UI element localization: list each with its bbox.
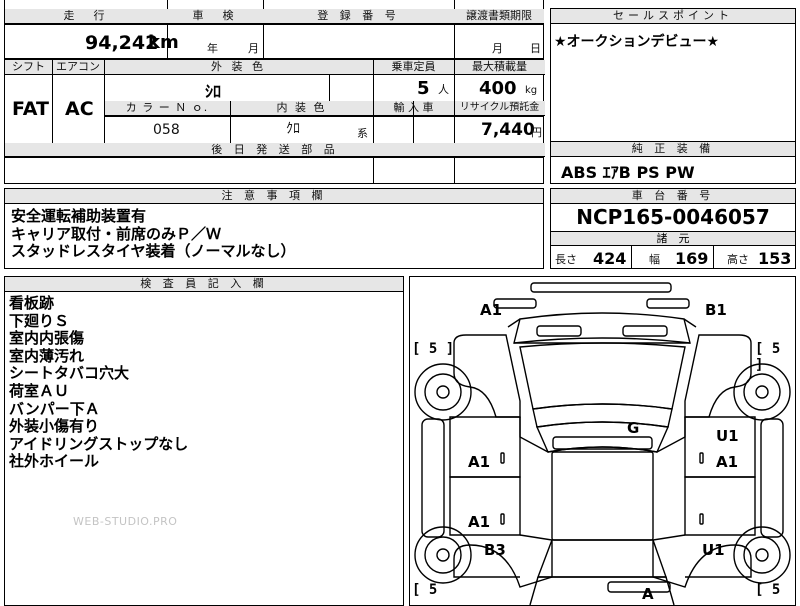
mileage-header: 走 行 xyxy=(5,9,167,24)
inspector-line: 看板跡 xyxy=(9,294,55,312)
watermark-text: WEB-STUDIO.PRO xyxy=(73,515,178,528)
transfer-month-label: 月 xyxy=(492,42,503,55)
recycle-value: 7,440 xyxy=(481,120,535,140)
top-row-box: 走 行 車 検 登 録 番 号 譲渡書類期限 94,242 km 年 月 月 日 xyxy=(4,0,544,59)
equipment-box: 純 正 装 備 ABS ｴｱB PS PW xyxy=(550,141,796,184)
inspection-year-label: 年 xyxy=(207,42,218,55)
caution-line: キャリア取付・前席のみＰ／Ｗ xyxy=(11,224,222,243)
mark-right-rear-quarter: U1 xyxy=(702,541,725,559)
ext-color-header: 外 装 色 xyxy=(211,60,266,73)
aircon-value: AC xyxy=(65,98,94,120)
inspector-line: アイドリングストップなし xyxy=(9,434,189,453)
vehicle-info-grid: シフト エアコン 外 装 色 乗車定員 最大積載量 FAT AC ｼﾛ 5 人 … xyxy=(4,59,545,184)
mileage-unit: km xyxy=(148,32,179,53)
later-parts-header: 後 日 発 送 部 品 xyxy=(211,143,339,156)
sales-point-text: ★オークションデビュー★ xyxy=(554,34,720,50)
caution-line: スタッドレスタイヤ装着（ノーマルなし） xyxy=(11,242,296,261)
mark-right-front-door: U1 xyxy=(716,427,739,445)
sales-point-header: セールスポイント xyxy=(551,9,795,24)
shift-header: シフト xyxy=(12,60,45,73)
aircon-header: エアコン xyxy=(56,60,100,73)
shift-value: FAT xyxy=(12,98,49,120)
inspection-header: 車 検 xyxy=(167,9,263,24)
equipment-text: ABS ｴｱB PS PW xyxy=(561,163,695,182)
color-no-header: カ ラ ー Ｎ ｏ. xyxy=(125,101,209,114)
mark-roof: G xyxy=(627,419,640,437)
recycle-header: リサイクル預託金 xyxy=(459,102,540,113)
mark-left-rear-quarter: B3 xyxy=(484,541,506,559)
max-load-value: 400 xyxy=(479,78,517,99)
tire-rear-right: [ 5 xyxy=(755,582,781,598)
mark-left-rear-door: A1 xyxy=(468,513,491,531)
specs-header: 諸 元 xyxy=(551,231,795,246)
color-no-value: 058 xyxy=(153,122,180,138)
ext-color-value: ｼﾛ xyxy=(205,82,222,101)
inspector-line: 室内内張傷 xyxy=(9,329,85,348)
equipment-header: 純 正 装 備 xyxy=(551,142,795,157)
max-load-unit: kg xyxy=(525,85,538,96)
inspector-line: 社外ホイール xyxy=(9,452,100,471)
inspection-month-label: 月 xyxy=(248,42,259,55)
int-color-value: ｸﾛ xyxy=(286,121,300,137)
mark-front-left: A1 xyxy=(480,301,503,319)
tire-front-left: [ 5 ] xyxy=(412,341,455,357)
transfer-docs-header: 譲渡書類期限 xyxy=(454,9,544,24)
length-label: 長さ xyxy=(555,253,577,266)
recycle-unit: 円 xyxy=(531,126,542,139)
capacity-unit: 人 xyxy=(438,83,449,96)
inspector-line: 下廻りＳ xyxy=(9,311,70,330)
capacity-header: 乗車定員 xyxy=(391,60,436,73)
height-value: 153 xyxy=(758,249,792,268)
capacity-value: 5 xyxy=(417,78,430,99)
chassis-number: NCP165-0046057 xyxy=(576,205,770,229)
caution-line: 安全運転補助装置有 xyxy=(11,207,147,225)
tire-rear-left: [ 5 xyxy=(412,582,438,598)
mark-rear: A xyxy=(642,585,654,603)
registration-header: 登 録 番 号 xyxy=(263,9,454,24)
inspector-line: 室内薄汚れ xyxy=(9,346,85,365)
width-value: 169 xyxy=(675,249,709,268)
transfer-day-label: 日 xyxy=(530,42,541,55)
length-value: 424 xyxy=(593,249,627,268)
car-diagram-box: [ 5 ] [ 5 ] [ 5 [ 5 A1 B1 G U1 A1 A1 A1 … xyxy=(409,276,796,606)
chassis-header: 車 台 番 号 xyxy=(551,189,795,204)
height-label: 高さ xyxy=(727,253,749,266)
inspector-header: 検 査 員 記 入 欄 xyxy=(5,277,403,292)
caution-header: 注 意 事 項 欄 xyxy=(5,189,543,204)
sales-point-box: セールスポイント ★オークションデビュー★ xyxy=(550,8,796,142)
inspector-line: バンパー下Ａ xyxy=(9,399,100,418)
inspector-box: 検 査 員 記 入 欄 看板跡 下廻りＳ 室内内張傷 室内薄汚れ シートタバコ穴… xyxy=(4,276,404,606)
inspector-line: 荷室ＡＵ xyxy=(9,381,70,400)
width-label: 幅 xyxy=(649,253,660,266)
inspector-line: シートタバコ穴大 xyxy=(9,364,130,383)
chassis-box: 車 台 番 号 NCP165-0046057 諸 元 長さ 424 幅 169 … xyxy=(550,188,796,269)
caution-box: 注 意 事 項 欄 安全運転補助装置有 キャリア取付・前席のみＰ／Ｗ スタッドレ… xyxy=(4,188,544,269)
int-color-suffix: 系 xyxy=(357,127,368,140)
max-load-header: 最大積載量 xyxy=(472,60,527,73)
inspector-line: 外装小傷有り xyxy=(9,417,100,436)
mark-front-right: B1 xyxy=(705,301,727,319)
int-color-header: 内 装 色 xyxy=(276,101,327,114)
mark-left-front-door: A1 xyxy=(468,453,491,471)
tire-front-right: [ 5 ] xyxy=(755,341,781,373)
import-header: 輸 入 車 xyxy=(393,101,434,114)
mark-right-front-door-2: A1 xyxy=(716,453,739,471)
